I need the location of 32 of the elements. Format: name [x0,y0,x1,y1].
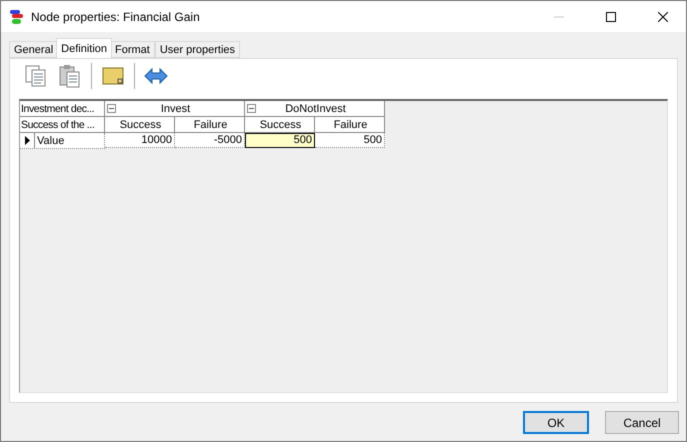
column-group-header: DoNotInvest [245,101,385,117]
close-icon [658,12,668,22]
tab[interactable]: General [9,41,58,58]
maximize-icon [606,12,616,22]
column-header: Failure [315,117,385,133]
table-cell[interactable]: 500 [315,133,385,148]
minus-icon [249,106,254,111]
tab[interactable]: Format [110,41,155,58]
table-cell[interactable]: 10000 [105,133,175,148]
header-cell: Investment dec... [20,101,105,117]
column-header: Success [105,117,175,133]
table-cell[interactable]: -5000 [175,133,245,148]
app-logo-icon [9,8,25,24]
ok-button[interactable]: OK [523,411,589,434]
minus-icon [109,106,114,111]
row-header: Value [20,133,105,149]
table-cell[interactable]: 500 [245,133,315,148]
swap-arrows-icon[interactable] [144,68,168,84]
tab[interactable]: User properties [154,41,240,58]
column-header: Failure [175,117,245,133]
collapse-toggle[interactable] [247,104,256,113]
column-group-header: Invest [105,101,245,117]
window-title: Node properties: Financial Gain [31,10,201,24]
column-header: Success [245,117,315,133]
note-icon[interactable] [102,66,124,86]
minimize-icon [554,16,564,18]
tab[interactable]: Definition [56,38,112,58]
paste-icon[interactable] [58,64,82,88]
copy-icon[interactable] [24,64,48,88]
cancel-button[interactable]: Cancel [605,411,679,434]
collapse-toggle[interactable] [107,104,116,113]
header-cell: Success of the ... [20,117,105,133]
